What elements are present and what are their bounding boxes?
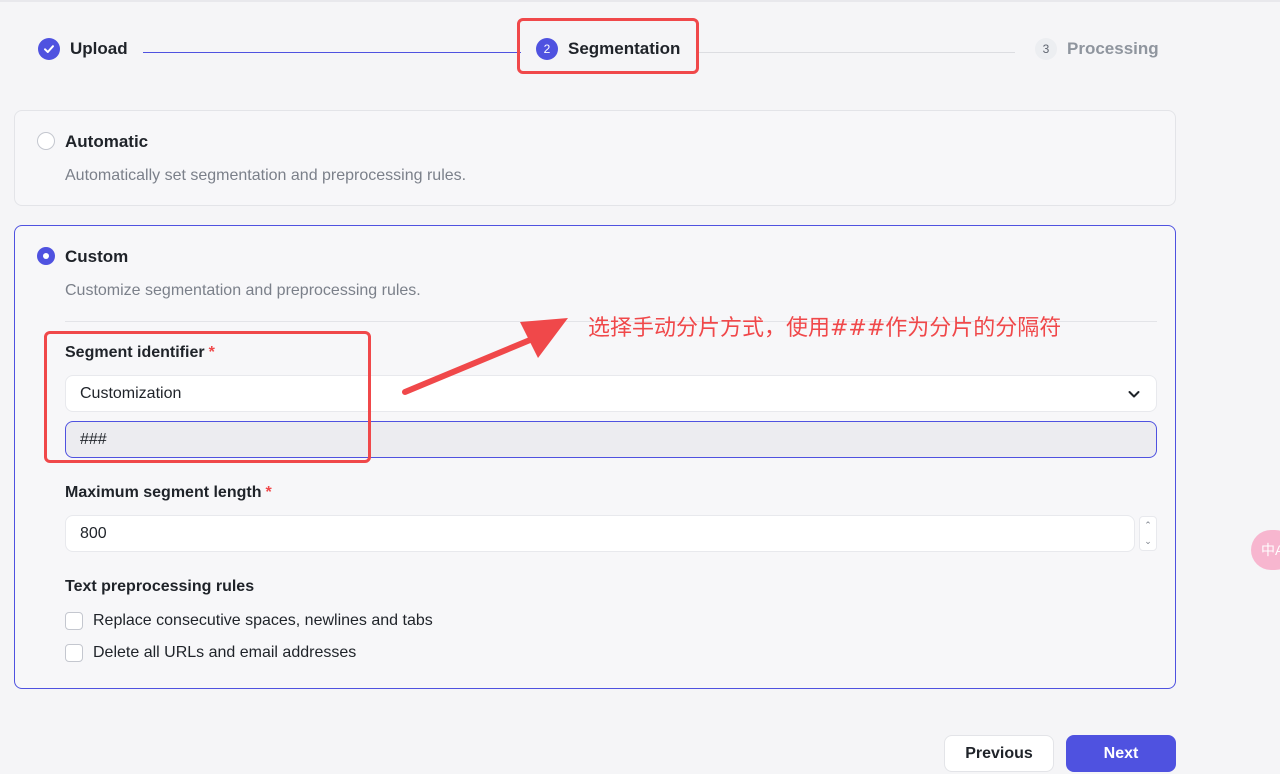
floating-widget[interactable]: 中A [1251,530,1280,570]
mode-description: Customize segmentation and preprocessing… [65,282,421,299]
required-mark: * [208,344,215,361]
mode-card-custom[interactable]: Custom Customize segmentation and prepro… [14,225,1176,689]
step-number: 2 [536,38,558,60]
segment-identifier-select[interactable]: Customization [65,375,1157,412]
step-segmentation: 2 Segmentation [536,38,680,60]
mode-card-automatic[interactable]: Automatic Automatically set segmentation… [14,110,1176,206]
chevron-down-icon[interactable]: ⌄ [1144,537,1152,546]
preprocessing-label: Text preprocessing rules [65,578,255,595]
checkbox[interactable] [65,644,83,662]
radio-automatic[interactable] [37,132,55,150]
segment-identifier-label: Segment identifier * [65,344,215,361]
previous-button[interactable]: Previous [944,735,1054,772]
step-label: Segmentation [568,39,681,58]
checkbox-label: Replace consecutive spaces, newlines and… [93,612,433,629]
max-length-label: Maximum segment length * [65,484,272,501]
custom-separator-input[interactable] [65,421,1157,458]
step-label: Processing [1067,39,1159,58]
mode-title: Custom [65,247,129,266]
next-button[interactable]: Next [1066,735,1176,772]
rule-delete-urls[interactable]: Delete all URLs and email addresses [65,644,356,662]
mode-title: Automatic [65,132,149,151]
number-stepper[interactable]: ⌃ ⌄ [1139,516,1157,551]
annotation-text: 选择手动分片方式，使用###作为分片的分隔符 [588,316,1062,341]
chevron-down-icon [1126,386,1142,402]
chevron-up-icon[interactable]: ⌃ [1144,520,1152,530]
top-border [0,0,1280,2]
select-value: Customization [80,384,182,402]
step-upload: Upload [38,38,128,60]
max-length-input[interactable] [65,515,1135,552]
required-mark: * [265,484,272,501]
step-connector [143,52,521,53]
step-connector [697,52,1015,53]
step-label: Upload [70,39,128,58]
rule-replace-spaces[interactable]: Replace consecutive spaces, newlines and… [65,612,433,630]
checkbox[interactable] [65,612,83,630]
step-number: 3 [1035,38,1057,60]
mode-description: Automatically set segmentation and prepr… [65,167,467,184]
check-icon [38,38,60,60]
radio-custom[interactable] [37,247,55,265]
checkbox-label: Delete all URLs and email addresses [93,644,357,661]
annotation-arrow [402,318,568,395]
step-processing: 3 Processing [1035,38,1159,60]
